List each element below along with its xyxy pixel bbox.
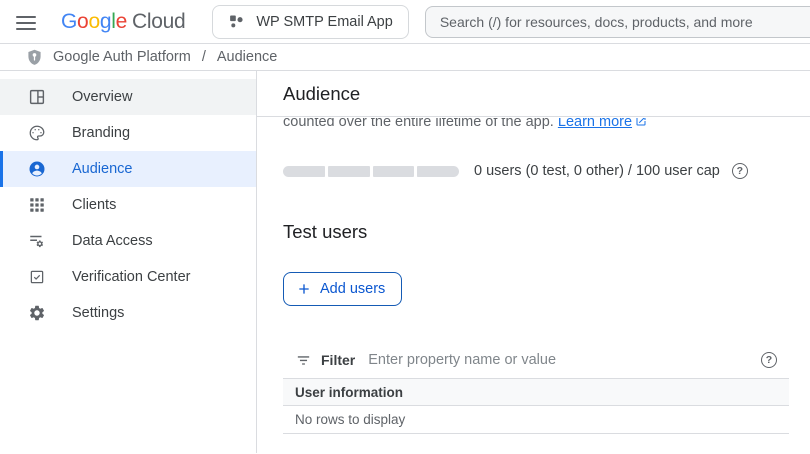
test-users-table: Filter ? User information No rows to dis… [283, 342, 789, 434]
menu-icon[interactable] [16, 15, 36, 30]
page-title: Audience [283, 82, 361, 104]
overview-icon [28, 88, 46, 106]
sidebar-item-label: Clients [72, 197, 117, 213]
person-icon [28, 160, 46, 178]
gear-icon [28, 304, 46, 322]
sidebar-item-audience[interactable]: Audience [0, 151, 256, 187]
sidebar-item-overview[interactable]: Overview [0, 79, 256, 115]
logo-letter: o [88, 9, 100, 33]
page-header: Audience [257, 71, 810, 117]
user-cap-summary: 0 users (0 test, 0 other) / 100 user cap [474, 163, 720, 179]
project-name: WP SMTP Email App [256, 13, 393, 30]
help-icon[interactable]: ? [731, 163, 748, 179]
sidebar-item-label: Settings [72, 305, 125, 321]
empty-message: No rows to display [295, 412, 406, 427]
learn-more-link[interactable]: Learn more [558, 118, 647, 130]
filter-bar: Filter ? [283, 342, 789, 378]
logo-letter: e [115, 9, 128, 33]
sidebar-item-branding[interactable]: Branding [0, 115, 256, 151]
content-pane: Audience counted over the entire lifetim… [257, 71, 810, 453]
logo-letter: o [77, 9, 89, 33]
project-selector-button[interactable]: WP SMTP Email App [212, 4, 409, 39]
logo-letter: G [61, 9, 78, 33]
sidebar-item-label: Overview [72, 89, 133, 105]
user-cap-row: 0 users (0 test, 0 other) / 100 user cap… [283, 163, 810, 179]
sidebar: Overview Branding Audience Clients Data … [0, 71, 257, 453]
search-input[interactable] [439, 13, 803, 30]
external-link-icon [635, 118, 647, 127]
table-header-row: User information [283, 378, 789, 406]
google-cloud-logo[interactable]: Go o g l e Cloud [61, 9, 186, 34]
sidebar-item-verification-center[interactable]: Verification Center [0, 259, 256, 295]
auth-platform-shield-icon [25, 48, 44, 67]
filter-help-icon[interactable]: ? [761, 352, 777, 368]
sidebar-item-clients[interactable]: Clients [0, 187, 256, 223]
list-gear-icon [28, 232, 46, 250]
add-users-button[interactable]: Add users [283, 272, 403, 306]
test-users-heading: Test users [283, 221, 368, 242]
filter-icon [295, 352, 312, 369]
logo-cloud-text: Cloud [131, 9, 186, 33]
checkbox-icon [28, 268, 46, 286]
logo-letter: g [99, 9, 112, 33]
global-search [424, 5, 810, 38]
breadcrumb: Google Auth Platform / Audience [0, 44, 810, 71]
description-text: counted over the entire lifetime of the … [283, 118, 558, 130]
clipped-description: counted over the entire lifetime of the … [283, 118, 810, 133]
breadcrumb-root[interactable]: Google Auth Platform [53, 49, 191, 65]
breadcrumb-separator: / [201, 49, 206, 65]
palette-icon [28, 124, 46, 142]
filter-label: Filter [321, 352, 356, 368]
sidebar-item-label: Audience [72, 161, 133, 177]
sidebar-item-settings[interactable]: Settings [0, 295, 256, 331]
plus-icon [296, 281, 312, 297]
apps-grid-icon [28, 196, 46, 214]
table-empty-row: No rows to display [283, 406, 789, 434]
filter-input[interactable] [368, 352, 752, 368]
sidebar-item-data-access[interactable]: Data Access [0, 223, 256, 259]
column-header-user-information: User information [295, 384, 404, 400]
sidebar-item-label: Data Access [72, 233, 153, 249]
project-dots-icon [228, 13, 245, 30]
topbar: Go o g l e Cloud WP SMTP Email App [0, 0, 810, 44]
breadcrumb-current: Audience [216, 49, 278, 65]
sidebar-item-label: Branding [72, 125, 131, 141]
sidebar-item-label: Verification Center [72, 269, 191, 285]
user-cap-progress-bar [283, 165, 459, 177]
